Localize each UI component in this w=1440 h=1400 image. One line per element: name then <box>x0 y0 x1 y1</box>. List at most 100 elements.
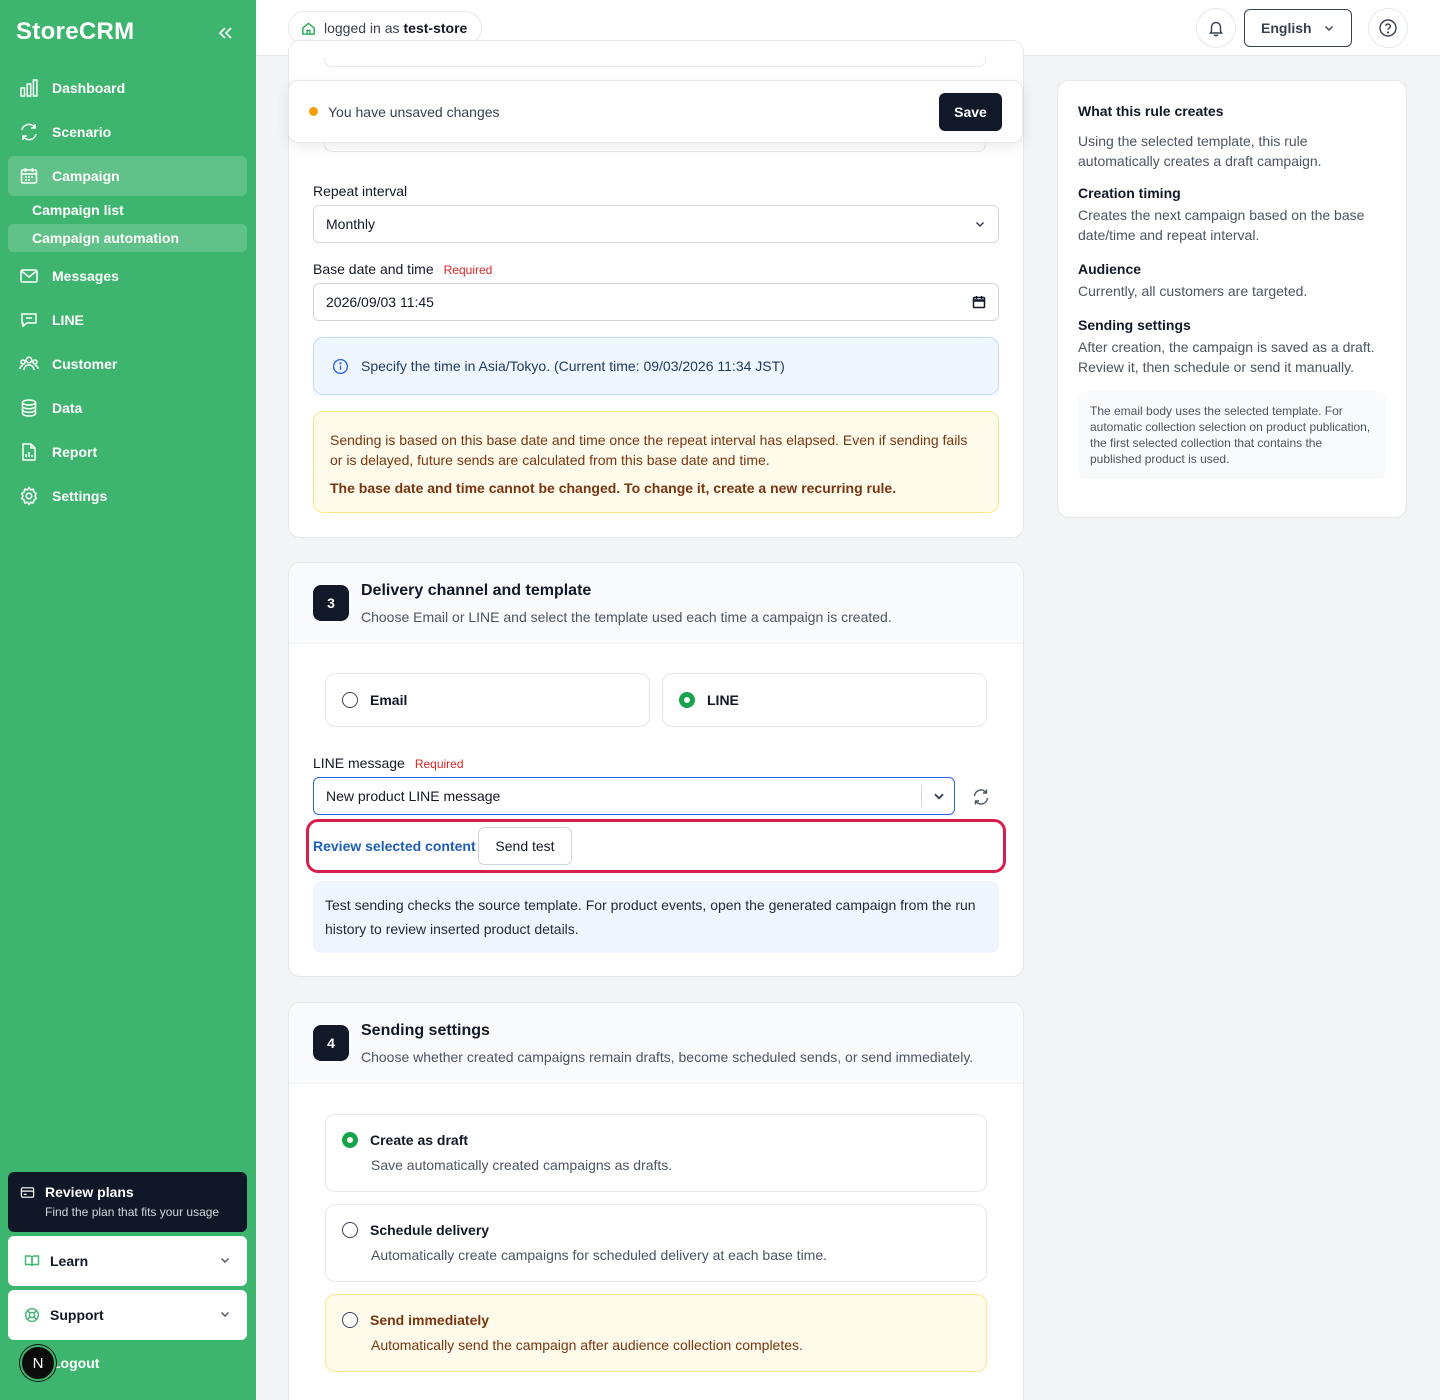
base-date-value: 2026/09/03 11:45 <box>326 294 434 310</box>
required-badge: Required <box>443 263 493 277</box>
database-icon <box>18 397 40 419</box>
step-number: 3 <box>313 585 349 621</box>
send-test-button[interactable]: Send test <box>478 827 572 865</box>
chevron-down-icon <box>932 789 946 803</box>
document-chart-icon <box>18 441 40 463</box>
review-plans-card[interactable]: Review plans Find the plan that fits you… <box>8 1172 247 1232</box>
sidebar-item-label: Campaign <box>52 168 120 184</box>
support-expander[interactable]: Support <box>8 1290 247 1340</box>
learn-expander[interactable]: Learn <box>8 1236 247 1286</box>
sidebar-item-label: Settings <box>52 488 108 504</box>
bell-icon <box>1207 19 1225 37</box>
summary-text: Creates the next campaign based on the b… <box>1078 207 1365 243</box>
users-icon <box>18 353 40 375</box>
calendar-picker-icon[interactable] <box>972 295 986 309</box>
unsaved-dot-icon <box>309 107 318 116</box>
channel-line-option[interactable]: LINE <box>662 673 987 727</box>
repeat-interval-label: Repeat interval <box>313 183 408 199</box>
chat-icon <box>18 309 40 331</box>
sidebar-item-label: LINE <box>52 312 84 328</box>
help-button[interactable] <box>1368 8 1408 48</box>
base-date-input[interactable]: 2026/09/03 11:45 <box>313 283 999 321</box>
step-number: 4 <box>313 1025 349 1061</box>
sidebar-item-dashboard[interactable]: Dashboard <box>8 68 247 108</box>
review-plans-subtitle: Find the plan that fits your usage <box>45 1205 220 1219</box>
store-name: test-store <box>403 20 468 36</box>
sidebar-subitem-campaign-automation[interactable]: Campaign automation <box>8 224 247 252</box>
sidebar-item-label: Report <box>52 444 98 460</box>
option-description: Automatically create campaigns for sched… <box>371 1247 828 1263</box>
select-divider <box>921 785 922 807</box>
gear-icon <box>18 485 40 507</box>
line-message-label-text: LINE message <box>313 755 405 771</box>
sidebar-item-settings[interactable]: Settings <box>8 476 247 516</box>
unsaved-changes-bar: You have unsaved changes Save <box>288 80 1023 143</box>
section-subtitle: Choose Email or LINE and select the temp… <box>361 609 892 625</box>
sidebar-item-data[interactable]: Data <box>8 388 247 428</box>
sidebar-item-label: Data <box>52 400 83 416</box>
base-date-warning: Sending is based on this base date and t… <box>313 411 999 513</box>
line-message-select[interactable]: New product LINE message <box>313 777 955 815</box>
sending-option-schedule[interactable]: Schedule delivery Automatically create c… <box>325 1204 987 1282</box>
option-title: Send immediately <box>370 1312 490 1328</box>
avatar[interactable]: N <box>20 1345 56 1381</box>
base-date-label: Base date and time Required <box>313 261 492 277</box>
sending-option-immediate[interactable]: Send immediately Automatically send the … <box>325 1294 987 1372</box>
sidebar-subitem-campaign-list[interactable]: Campaign list <box>8 196 247 224</box>
sidebar-item-messages[interactable]: Messages <box>8 256 247 296</box>
radio-email[interactable] <box>342 692 358 708</box>
chevron-down-icon <box>1323 22 1335 34</box>
sidebar-item-label: Dashboard <box>52 80 126 96</box>
mail-icon <box>18 265 40 287</box>
summary-note: The email body uses the selected templat… <box>1078 391 1386 479</box>
radio-draft[interactable] <box>342 1132 358 1148</box>
repeat-interval-select[interactable]: Monthly <box>313 205 999 243</box>
sidebar-item-label: Customer <box>52 356 118 372</box>
sidebar-item-report[interactable]: Report <box>8 432 247 472</box>
sidebar-item-customer[interactable]: Customer <box>8 344 247 384</box>
review-selected-content-link[interactable]: Review selected content <box>313 838 476 854</box>
summary-text: Using the selected template, this rule a… <box>1078 133 1322 169</box>
summary-title: What this rule creates <box>1078 103 1224 119</box>
sidebar-item-campaign[interactable]: Campaign <box>8 156 247 196</box>
sending-option-draft[interactable]: Create as draft Save automatically creat… <box>325 1114 987 1192</box>
repeat-interval-value: Monthly <box>326 216 376 232</box>
required-badge: Required <box>414 757 464 771</box>
warning-text: Sending is based on this base date and t… <box>330 432 968 468</box>
credit-card-icon <box>20 1185 35 1200</box>
refresh-icon[interactable] <box>968 784 994 810</box>
review-plans-title: Review plans <box>45 1184 134 1200</box>
support-label: Support <box>50 1307 104 1323</box>
radio-schedule[interactable] <box>342 1222 358 1238</box>
radio-immediate[interactable] <box>342 1312 358 1328</box>
option-description: Automatically send the campaign after au… <box>371 1337 803 1353</box>
brand-logo[interactable]: StoreCRM <box>16 18 134 46</box>
summary-text: Currently, all customers are targeted. <box>1078 283 1308 299</box>
logout-button[interactable]: N Logout <box>20 1345 99 1381</box>
calendar-icon <box>18 165 40 187</box>
rule-summary-card: What this rule creates Using the selecte… <box>1057 80 1407 518</box>
timezone-info-text: Specify the time in Asia/Tokyo. (Current… <box>361 358 785 374</box>
radio-line[interactable] <box>679 692 695 708</box>
test-info: Test sending checks the source template.… <box>313 881 999 953</box>
summary-title: Sending settings <box>1078 317 1191 333</box>
channel-email-option[interactable]: Email <box>325 673 650 727</box>
sending-section-header: 4 Sending settings Choose whether create… <box>289 1003 1023 1084</box>
option-title: Schedule delivery <box>370 1222 490 1238</box>
channel-email-label: Email <box>370 692 408 708</box>
bar-chart-icon <box>18 77 40 99</box>
section-title: Delivery channel and template <box>361 582 592 599</box>
notifications-button[interactable] <box>1196 8 1236 48</box>
channel-line-label: LINE <box>707 692 739 708</box>
option-description: Save automatically created campaigns as … <box>371 1157 673 1173</box>
language-select[interactable]: English <box>1244 9 1352 47</box>
sidebar: StoreCRM Dashboard Scenario Campaign Cam… <box>0 0 256 1400</box>
sidebar-item-scenario[interactable]: Scenario <box>8 112 247 152</box>
sidebar-item-line[interactable]: LINE <box>8 300 247 340</box>
base-date-label-text: Base date and time <box>313 261 434 277</box>
collapse-sidebar-icon[interactable] <box>214 22 236 44</box>
save-button[interactable]: Save <box>939 92 1002 131</box>
warning-strong-text: The base date and time cannot be changed… <box>330 480 897 496</box>
summary-title: Creation timing <box>1078 185 1181 201</box>
help-icon <box>1378 18 1398 38</box>
